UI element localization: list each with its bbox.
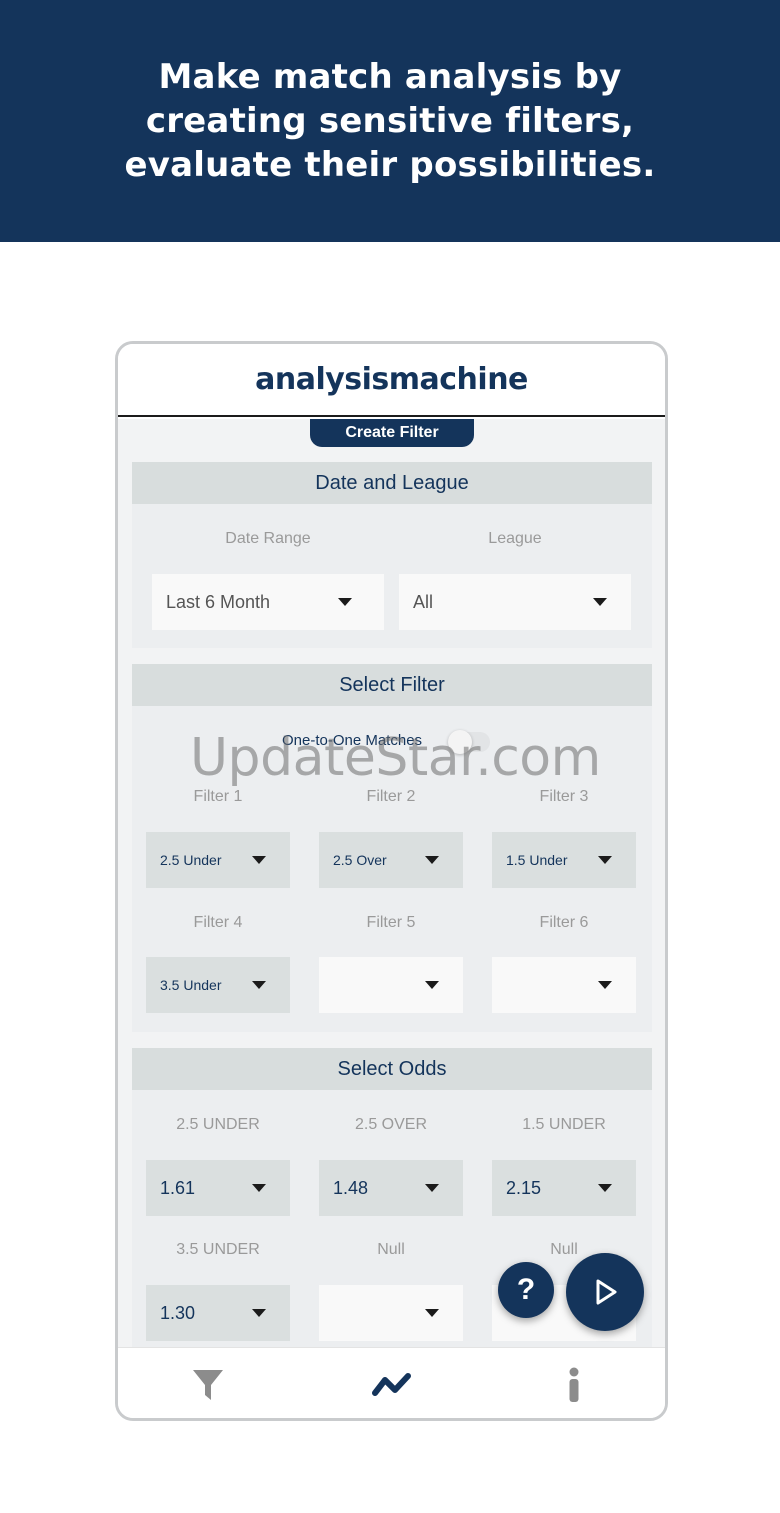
banner-text: Make match analysis by creating sensitiv… (124, 57, 656, 185)
odds-select[interactable] (319, 1285, 463, 1341)
app-header: analysismachine (118, 344, 665, 417)
date-range-label: Date Range (225, 530, 311, 547)
chevron-down-icon (425, 981, 439, 989)
filter-5-select[interactable] (319, 957, 463, 1013)
filter-label: Filter 4 (193, 914, 243, 931)
help-icon: ? (516, 1273, 536, 1306)
chevron-down-icon (598, 981, 612, 989)
chevron-down-icon (598, 1184, 612, 1192)
info-icon (569, 1367, 579, 1402)
trend-icon (372, 1373, 411, 1396)
odds-value: 1.30 (160, 1302, 196, 1323)
filter-value: 3.5 Under (160, 977, 222, 993)
odds-value: 2.15 (506, 1177, 542, 1198)
section-heading: Select Filter (132, 664, 652, 706)
bottom-navigation (118, 1347, 665, 1418)
odds-select[interactable]: 1.30 (146, 1285, 290, 1341)
odds-select[interactable]: 1.61 (146, 1160, 290, 1216)
promo-banner: Make match analysis by creating sensitiv… (0, 0, 780, 242)
chevron-down-icon (598, 856, 612, 864)
filter-label: Filter 2 (366, 788, 416, 805)
chevron-down-icon (338, 598, 352, 606)
chevron-down-icon (593, 598, 607, 606)
filter-value: 1.5 Under (506, 852, 568, 868)
odds-label: 2.5 UNDER (176, 1116, 260, 1133)
filter-icon (193, 1370, 223, 1400)
app-title: analysismachine (255, 362, 528, 397)
odds-select[interactable]: 1.48 (319, 1160, 463, 1216)
date-range-select[interactable]: Last 6 Month (152, 574, 384, 630)
filter-3-select[interactable]: 1.5 Under (492, 832, 636, 888)
league-label: League (488, 530, 542, 547)
date-league-section: Date and League Date Range League Last 6… (132, 462, 652, 648)
filter-label: Filter 5 (366, 914, 416, 931)
odds-label: 2.5 OVER (354, 1116, 428, 1133)
odds-label: 3.5 UNDER (176, 1241, 260, 1258)
chevron-down-icon (252, 856, 266, 864)
filter-4-select[interactable]: 3.5 Under (146, 957, 290, 1013)
filter-value: 2.5 Under (160, 852, 222, 868)
filter-label: Filter 6 (539, 914, 589, 931)
play-icon (596, 1279, 617, 1305)
filter-6-select[interactable] (492, 957, 636, 1013)
create-filter-tab[interactable]: Create Filter (310, 419, 474, 447)
odds-label: 1.5 UNDER (522, 1116, 606, 1133)
odds-value: 1.48 (333, 1177, 369, 1198)
help-button[interactable]: ? (498, 1262, 554, 1318)
odds-select[interactable]: 2.15 (492, 1160, 636, 1216)
filter-1-select[interactable]: 2.5 Under (146, 832, 290, 888)
phone-frame: analysismachine Create Filter Date and L… (115, 341, 668, 1421)
chevron-down-icon (252, 981, 266, 989)
nav-filter[interactable] (148, 1348, 268, 1418)
chevron-down-icon (252, 1184, 266, 1192)
filter-label: Filter 1 (193, 788, 243, 805)
chevron-down-icon (425, 1184, 439, 1192)
chevron-down-icon (425, 1309, 439, 1317)
odds-value: 1.61 (160, 1177, 196, 1198)
section-heading: Select Odds (132, 1048, 652, 1090)
nav-info[interactable] (514, 1348, 634, 1418)
filter-value: 2.5 Over (333, 852, 387, 868)
league-select[interactable]: All (399, 574, 631, 630)
select-filter-section: Select Filter One-to-One Matches Filter … (132, 664, 652, 1032)
odds-label: Null (377, 1241, 405, 1258)
chevron-down-icon (425, 856, 439, 864)
nav-analysis[interactable] (332, 1348, 452, 1418)
chevron-down-icon (252, 1309, 266, 1317)
filter-2-select[interactable]: 2.5 Over (319, 832, 463, 888)
main-content[interactable]: Create Filter Date and League Date Range… (118, 419, 665, 1347)
filter-label: Filter 3 (539, 788, 589, 805)
watermark: UpdateStar.com (190, 728, 601, 788)
section-heading: Date and League (132, 462, 652, 504)
run-analysis-button[interactable] (566, 1253, 644, 1331)
